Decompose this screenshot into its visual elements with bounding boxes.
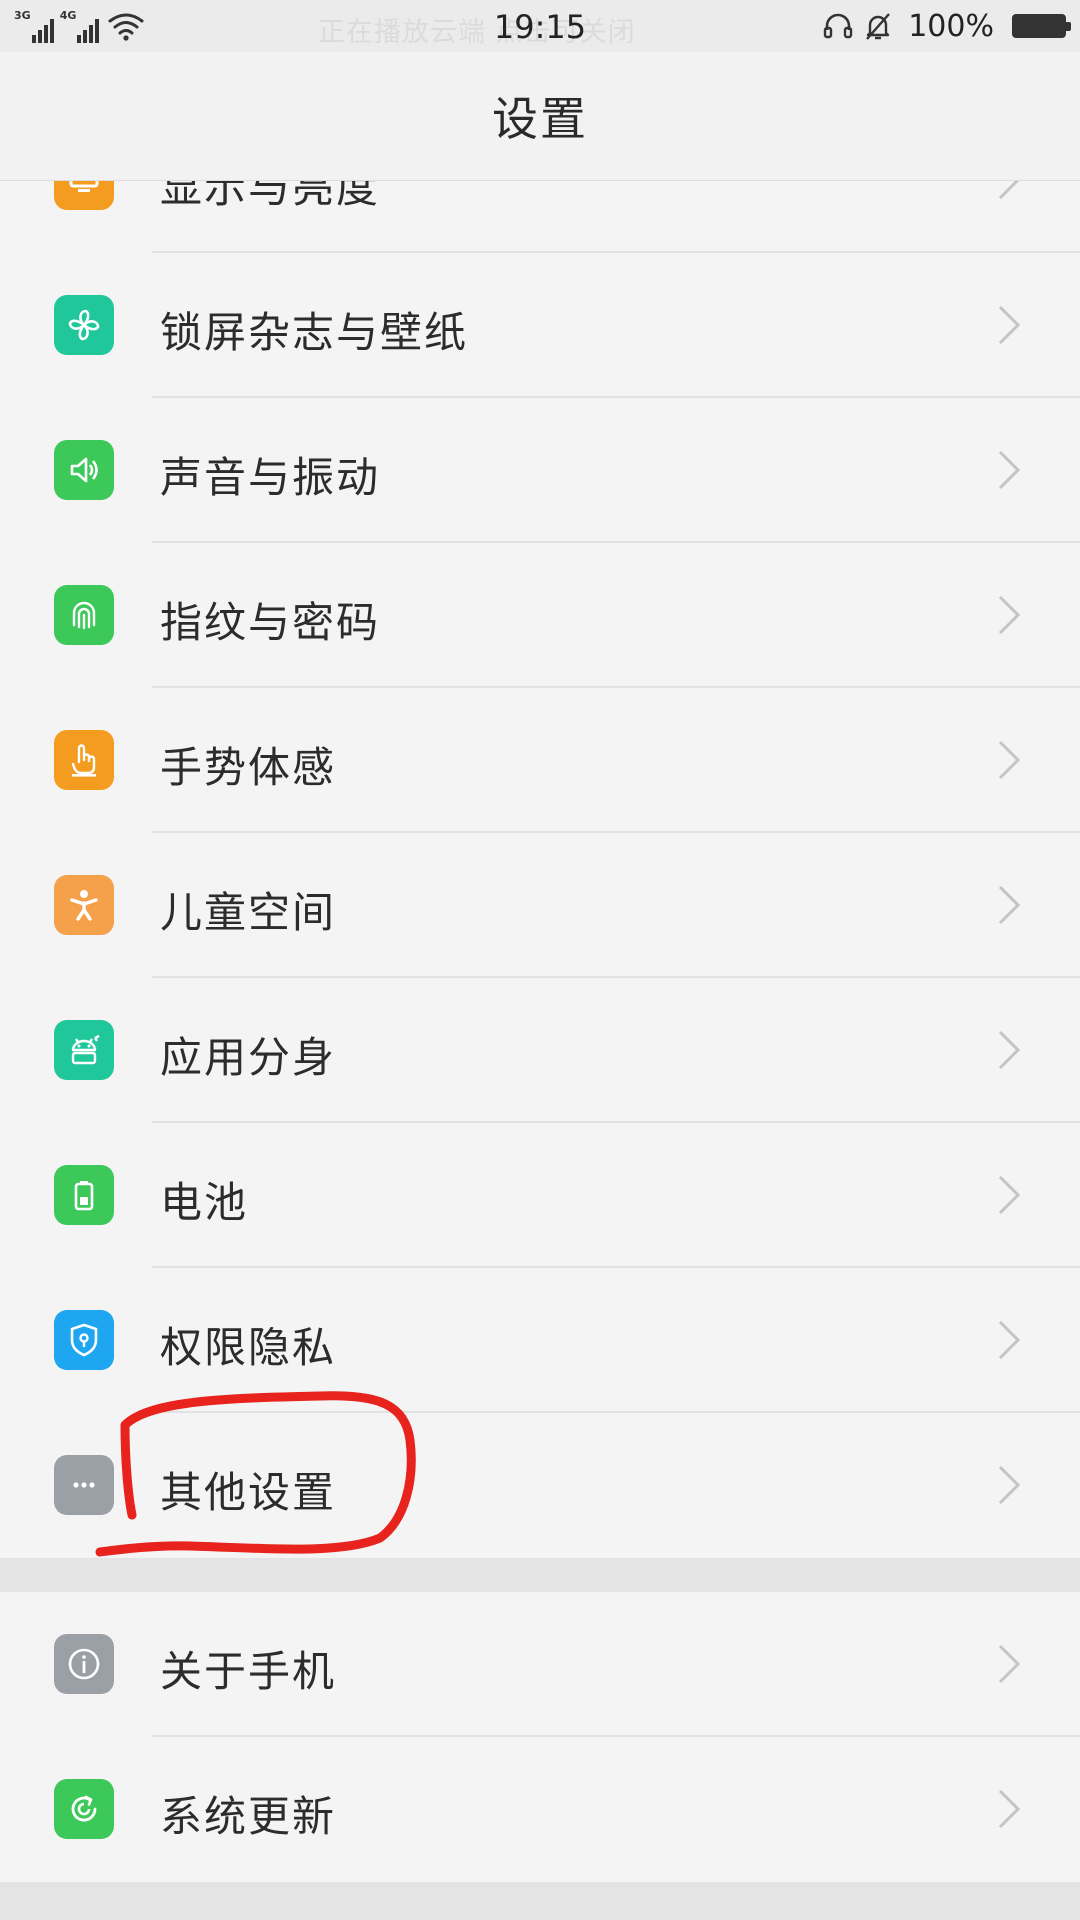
- settings-item-kids-space[interactable]: 儿童空间: [0, 833, 1080, 978]
- settings-item-lockscreen-wallpaper[interactable]: 锁屏杂志与壁纸: [0, 253, 1080, 398]
- settings-item-battery[interactable]: 电池: [0, 1123, 1080, 1268]
- speaker-icon: [54, 440, 114, 500]
- settings-item-label: 指纹与密码: [160, 598, 381, 647]
- headset-icon: [824, 13, 853, 39]
- chevron-right-icon: [998, 1644, 1021, 1684]
- child-icon: [54, 875, 114, 935]
- chevron-right-icon: [998, 450, 1021, 490]
- bell-muted-icon: [866, 13, 891, 40]
- shield-icon: [54, 1310, 114, 1370]
- battery-percent: 100%: [908, 8, 994, 44]
- status-right-group: 100%: [822, 8, 1071, 44]
- settings-item-system-update[interactable]: 系统更新: [0, 1737, 1080, 1882]
- chevron-right-icon: [998, 885, 1021, 925]
- hand-pointer-icon: [54, 730, 114, 790]
- bottom-section-gap: [0, 1882, 1080, 1920]
- chevron-right-icon: [998, 1789, 1021, 1829]
- settings-item-label: 其他设置: [160, 1468, 337, 1517]
- settings-item-fingerprint-password[interactable]: 指纹与密码: [0, 543, 1080, 688]
- chevron-right-icon: [998, 595, 1021, 635]
- info-icon: [54, 1634, 114, 1694]
- update-icon: [54, 1779, 114, 1839]
- settings-item-label: 儿童空间: [160, 888, 337, 937]
- battery-icon: [54, 1165, 114, 1225]
- settings-item-about-phone[interactable]: 关于手机: [0, 1592, 1080, 1737]
- settings-item-label: 应用分身: [160, 1033, 337, 1082]
- settings-item-permissions-privacy[interactable]: 权限隐私: [0, 1268, 1080, 1413]
- settings-item-label: 锁屏杂志与壁纸: [160, 308, 469, 357]
- chevron-right-icon: [998, 1465, 1021, 1505]
- fingerprint-icon: [54, 585, 114, 645]
- chevron-right-icon: [998, 740, 1021, 780]
- more-dots-icon: [54, 1455, 114, 1515]
- section-gap: [0, 1558, 1080, 1596]
- settings-item-app-clone[interactable]: 应用分身: [0, 978, 1080, 1123]
- pinwheel-icon: [54, 295, 114, 355]
- settings-item-label: 权限隐私: [160, 1323, 337, 1372]
- android-clone-icon: [54, 1020, 114, 1080]
- settings-item-label: 电池: [160, 1178, 249, 1227]
- chevron-right-icon: [998, 1175, 1021, 1215]
- chevron-right-icon: [998, 1030, 1021, 1070]
- chevron-right-icon: [998, 1320, 1021, 1360]
- battery-status-icon: [1012, 14, 1071, 38]
- app-header: 设置: [0, 52, 1080, 181]
- settings-item-label: 手势体感: [160, 743, 337, 792]
- settings-item-label: 系统更新: [160, 1792, 337, 1841]
- settings-item-gestures[interactable]: 手势体感: [0, 688, 1080, 833]
- settings-item-label: 关于手机: [160, 1647, 337, 1696]
- settings-item-other-settings[interactable]: 其他设置: [0, 1413, 1080, 1558]
- settings-item-sound-vibration[interactable]: 声音与振动: [0, 398, 1080, 543]
- chevron-right-icon: [998, 305, 1021, 345]
- settings-item-label: 声音与振动: [160, 453, 381, 502]
- page-title: 设置: [492, 92, 588, 146]
